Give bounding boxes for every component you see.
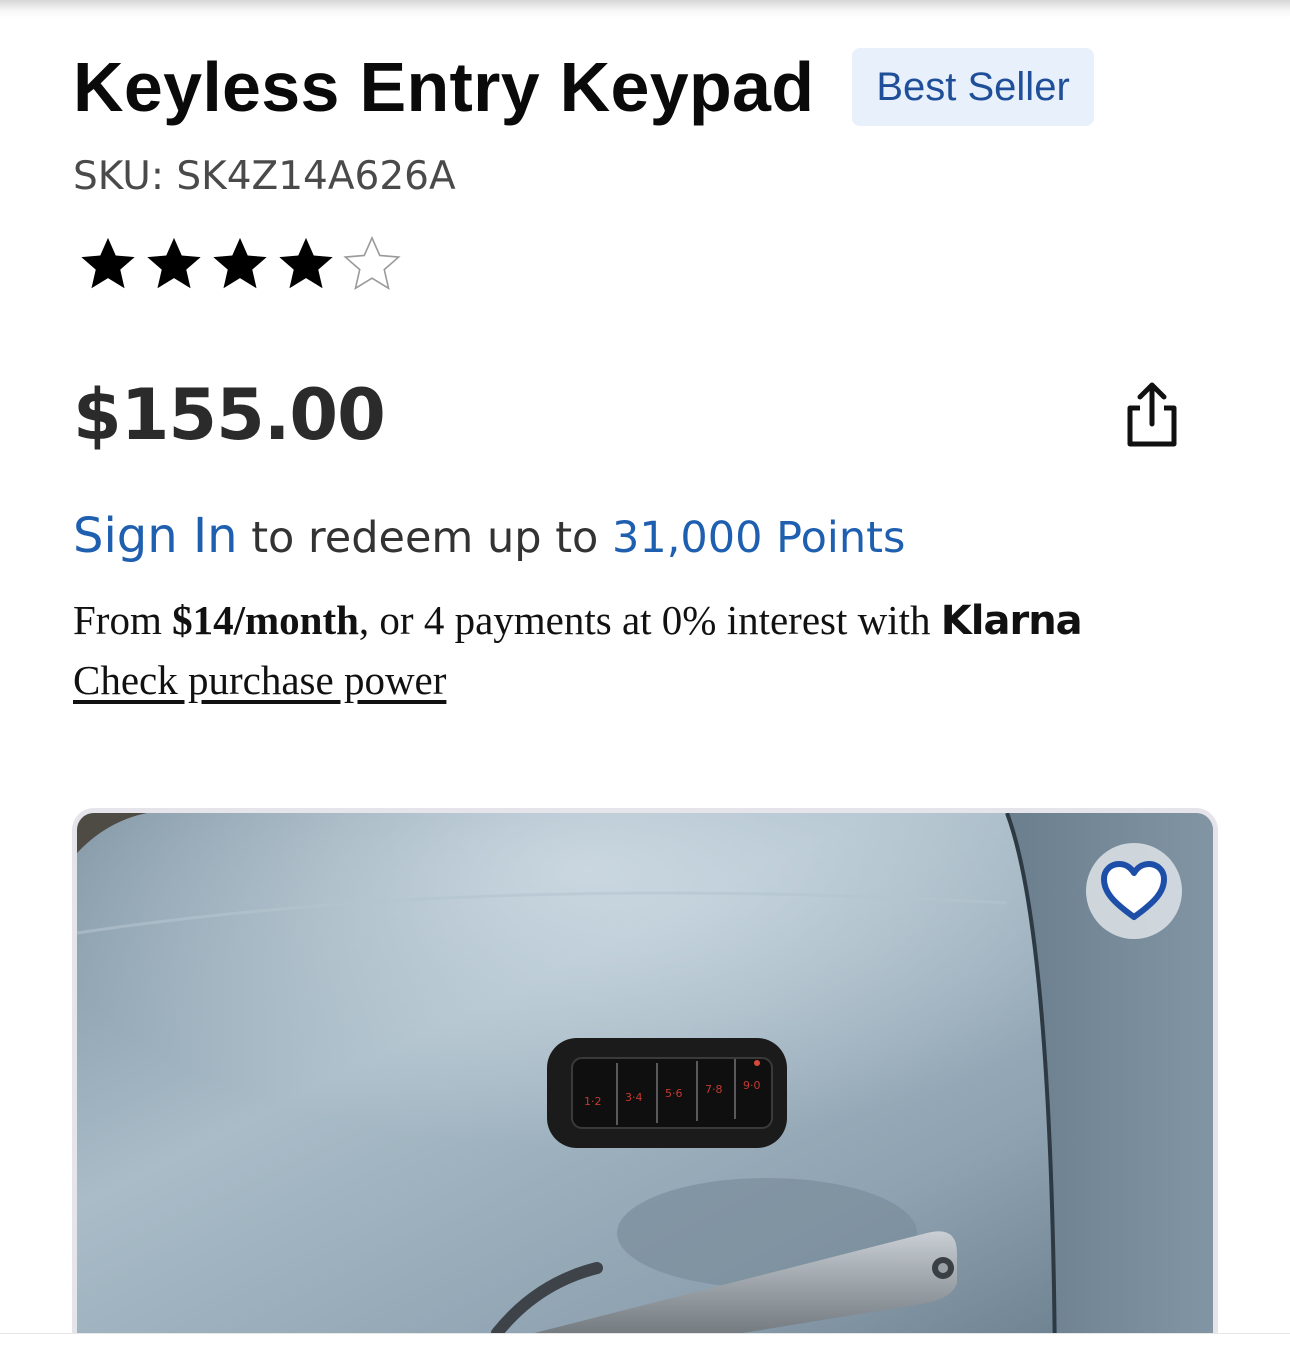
points-amount: 31,000 Points [612,513,906,563]
star-filled-icon [142,232,206,296]
star-filled-icon [274,232,338,296]
sign-in-link[interactable]: Sign In [73,508,238,564]
product-title: Keyless Entry Keypad [73,48,815,126]
points-middle-text: to redeem up to [237,513,613,563]
product-sku: SKU: SK4Z14A626A [73,154,456,199]
keypad-label: 1·2 [584,1095,602,1108]
share-icon [1127,382,1177,447]
keypad-image: 1·2 3·4 5·6 7·8 9·0 [547,1038,787,1148]
bottom-divider [0,1333,1290,1352]
points-redeem-line: Sign In to redeem up to 31,000 Points [73,508,905,564]
title-row: Keyless Entry Keypad Best Seller [73,48,1094,126]
klarna-monthly-amount: $14/month [172,597,359,643]
star-filled-icon [76,232,140,296]
star-filled-icon [208,232,272,296]
keypad-label: 7·8 [705,1083,723,1096]
klarna-middle: , or 4 payments at 0% interest with [358,597,941,643]
klarna-financing-line: From $14/month, or 4 payments at 0% inte… [73,596,1083,644]
star-empty-icon [340,232,404,296]
product-image[interactable]: 1·2 3·4 5·6 7·8 9·0 [72,808,1218,1352]
klarna-prefix: From [73,597,173,643]
keypad-label: 5·6 [665,1087,683,1100]
klarna-logo: Klarna [940,598,1083,644]
share-button[interactable] [1120,380,1184,450]
product-price: $155.00 [73,374,386,456]
top-bar-shadow [0,0,1290,18]
favorite-button[interactable] [1086,843,1182,939]
heart-icon [1101,861,1167,920]
best-seller-badge: Best Seller [852,48,1094,126]
keypad-label: 3·4 [625,1091,643,1104]
check-purchase-power-link[interactable]: Check purchase power [73,656,446,704]
star-rating[interactable] [76,232,404,296]
product-page: Keyless Entry Keypad Best Seller SKU: SK… [0,0,1290,1352]
keypad-label: 9·0 [743,1079,761,1092]
